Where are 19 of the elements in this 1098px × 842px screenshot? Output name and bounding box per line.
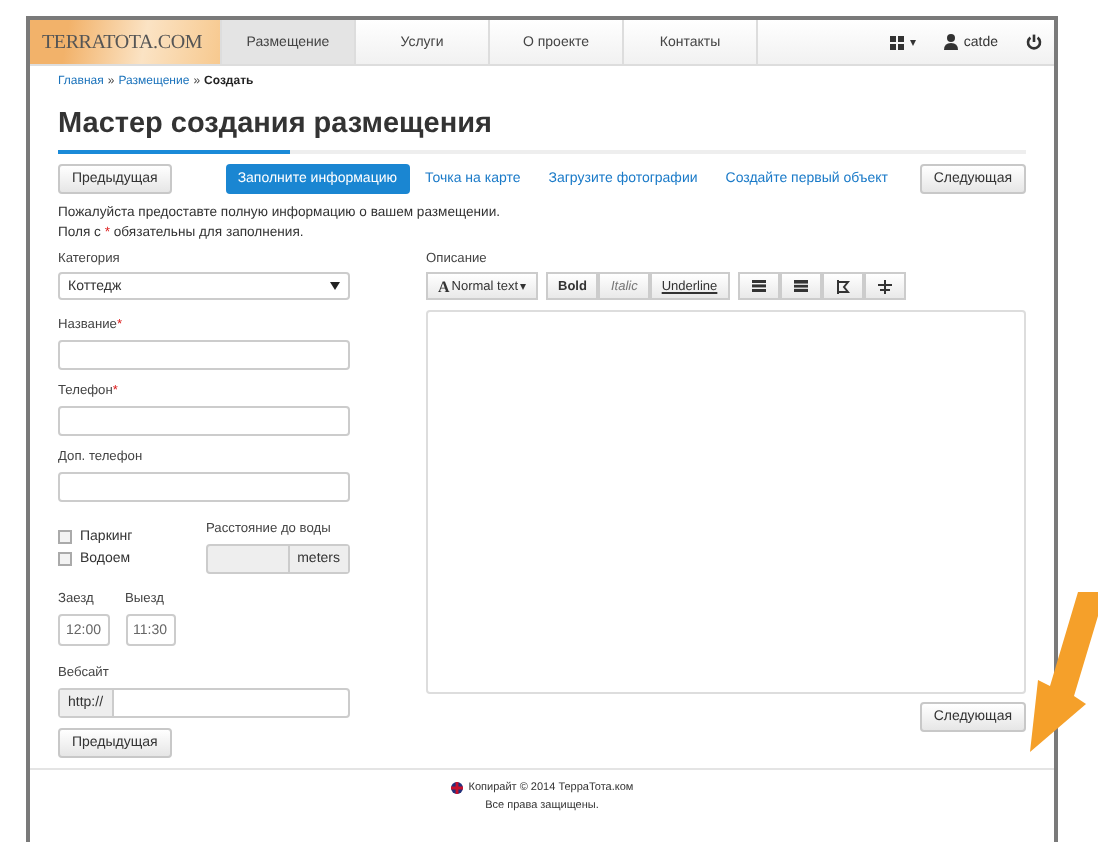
numbered-list-icon — [793, 280, 808, 292]
outdent-button[interactable] — [821, 272, 864, 300]
indent-icon — [877, 279, 892, 293]
bullet-list-icon — [751, 280, 766, 292]
user-icon — [943, 34, 958, 50]
page-title: Мастер создания размещения — [58, 106, 494, 142]
indent-button[interactable] — [863, 272, 906, 300]
grid-icon — [889, 35, 904, 49]
site-logo[interactable]: TERRATOTA.COM — [30, 20, 220, 64]
checkbox[interactable] — [58, 530, 72, 544]
power-icon[interactable] — [1026, 34, 1042, 50]
dropdown-caret-icon — [330, 282, 340, 290]
input-field[interactable] — [58, 340, 350, 370]
input-field[interactable] — [58, 472, 350, 502]
numbered-list-button[interactable] — [779, 272, 822, 300]
checkbox[interactable] — [58, 552, 72, 566]
input-field[interactable] — [58, 406, 350, 436]
flag-icon — [450, 782, 465, 794]
bullet-list-button[interactable] — [737, 272, 780, 300]
